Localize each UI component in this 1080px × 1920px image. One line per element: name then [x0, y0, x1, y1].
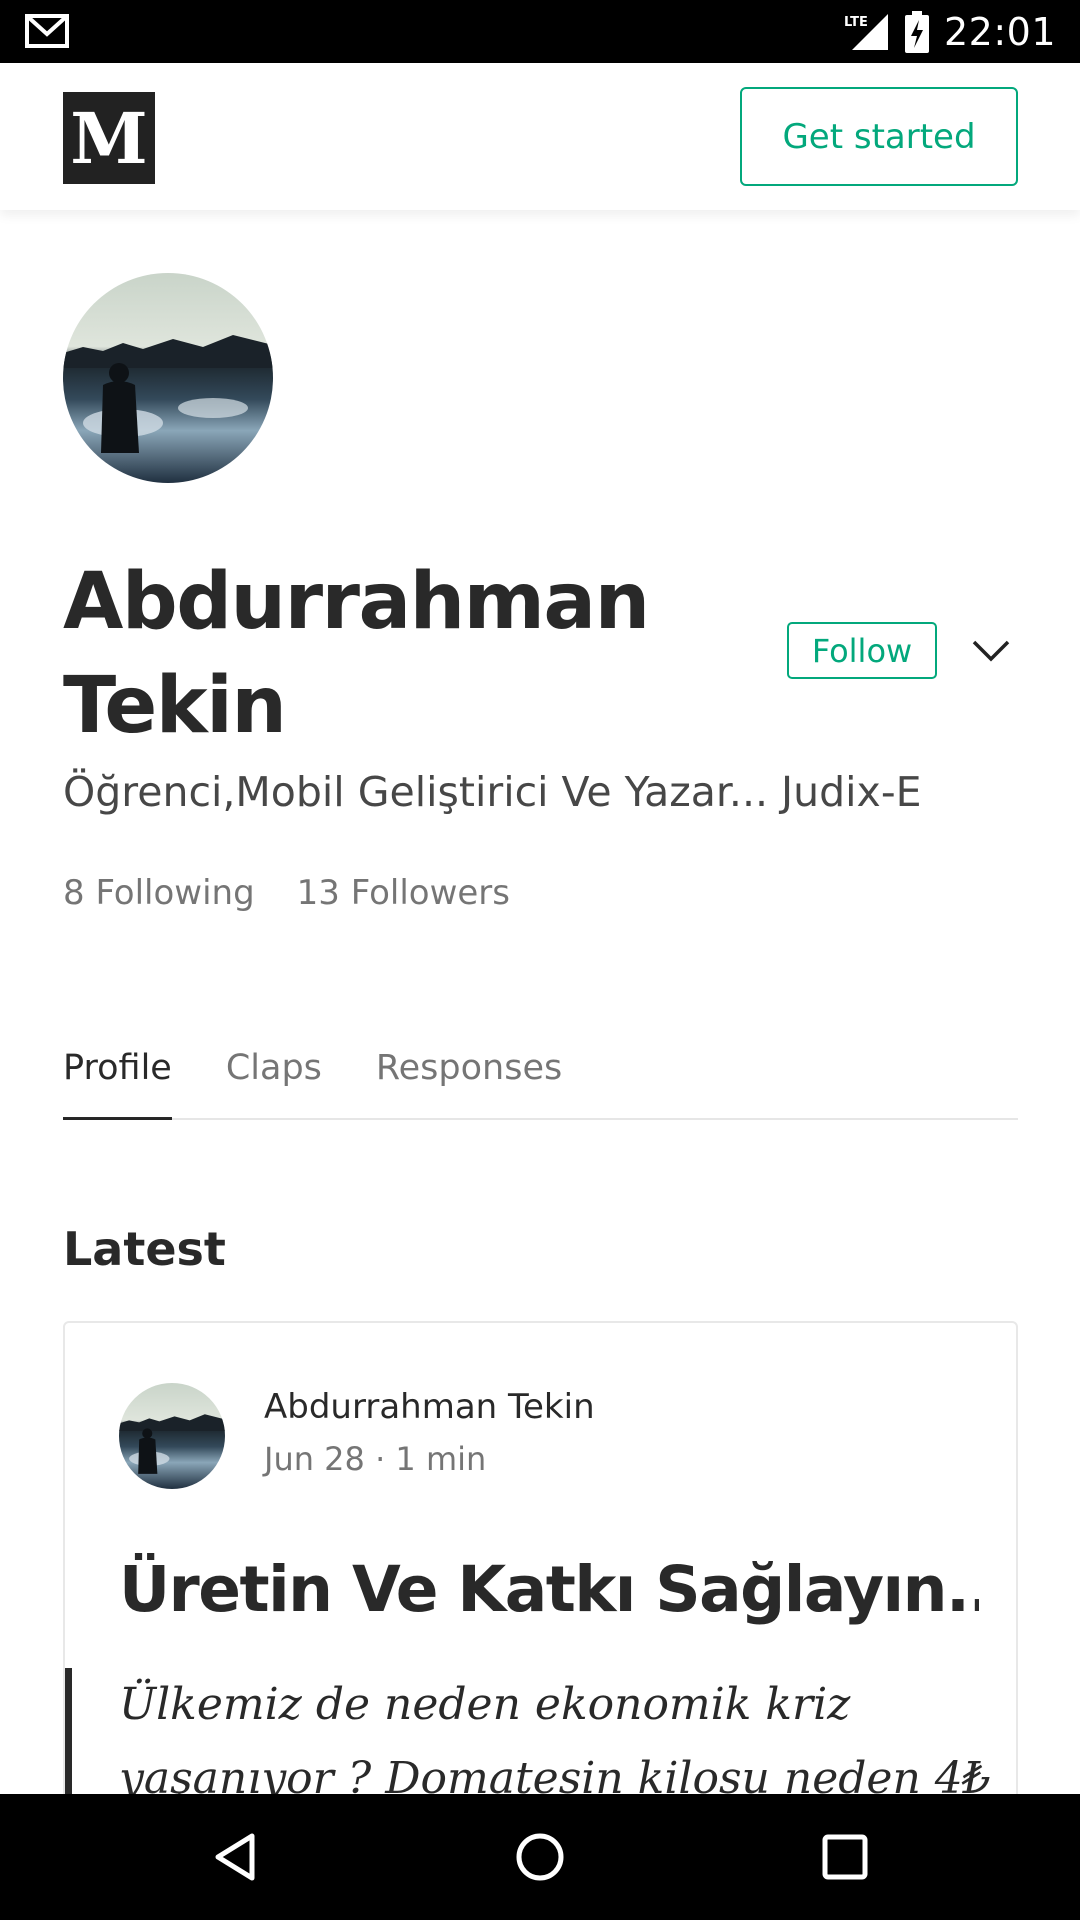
- following-count[interactable]: 8 Following: [63, 873, 255, 913]
- battery-charging-icon: [904, 10, 929, 53]
- svg-text:LTE: LTE: [844, 15, 868, 30]
- post-excerpt-line1: Ülkemiz de neden ekonomik kriz: [119, 1679, 851, 1730]
- post-meta: Jun 28 · 1 min: [264, 1440, 487, 1478]
- lte-signal-icon: LTE: [844, 13, 888, 50]
- navigation-bar: [0, 1794, 1080, 1920]
- status-bar: LTE 22:01: [0, 0, 1080, 63]
- gmail-icon: [25, 14, 69, 48]
- profile-name: Abdurrahman Tekin: [63, 550, 703, 758]
- tab-claps[interactable]: Claps: [226, 1040, 322, 1120]
- profile-bio: Öğrenci,Mobil Geliştirici Ve Yazar... Ju…: [63, 768, 922, 816]
- author-avatar[interactable]: [119, 1383, 225, 1489]
- back-icon[interactable]: [200, 1822, 270, 1892]
- recents-icon[interactable]: [810, 1822, 880, 1892]
- profile-name-first: Abdurrahman: [63, 557, 650, 647]
- profile-tabs: Profile Claps Responses: [63, 1040, 1018, 1120]
- section-title-latest: Latest: [63, 1222, 226, 1276]
- profile-stats: 8 Following 13 Followers: [63, 873, 510, 913]
- avatar-image: [63, 273, 273, 483]
- follow-button[interactable]: Follow: [787, 622, 937, 679]
- status-time: 22:01: [943, 9, 1056, 54]
- medium-logo[interactable]: M: [63, 92, 155, 184]
- author-avatar-image: [119, 1383, 225, 1489]
- profile-avatar: [63, 273, 273, 483]
- post-title[interactable]: Üretin Ve Katkı Sağlayın...: [119, 1553, 979, 1626]
- get-started-button[interactable]: Get started: [740, 87, 1018, 186]
- post-card[interactable]: Abdurrahman Tekin Jun 28 · 1 min Üretin …: [63, 1321, 1018, 1821]
- followers-count[interactable]: 13 Followers: [297, 873, 510, 913]
- post-author[interactable]: Abdurrahman Tekin: [264, 1387, 595, 1427]
- tab-profile[interactable]: Profile: [63, 1040, 172, 1120]
- home-icon[interactable]: [505, 1822, 575, 1892]
- status-icons: LTE 22:01: [842, 0, 1056, 63]
- profile-name-last: Tekin: [63, 661, 287, 751]
- tab-responses[interactable]: Responses: [376, 1040, 562, 1120]
- chevron-down-icon[interactable]: [966, 630, 1016, 670]
- app-header: M Get started: [0, 63, 1080, 210]
